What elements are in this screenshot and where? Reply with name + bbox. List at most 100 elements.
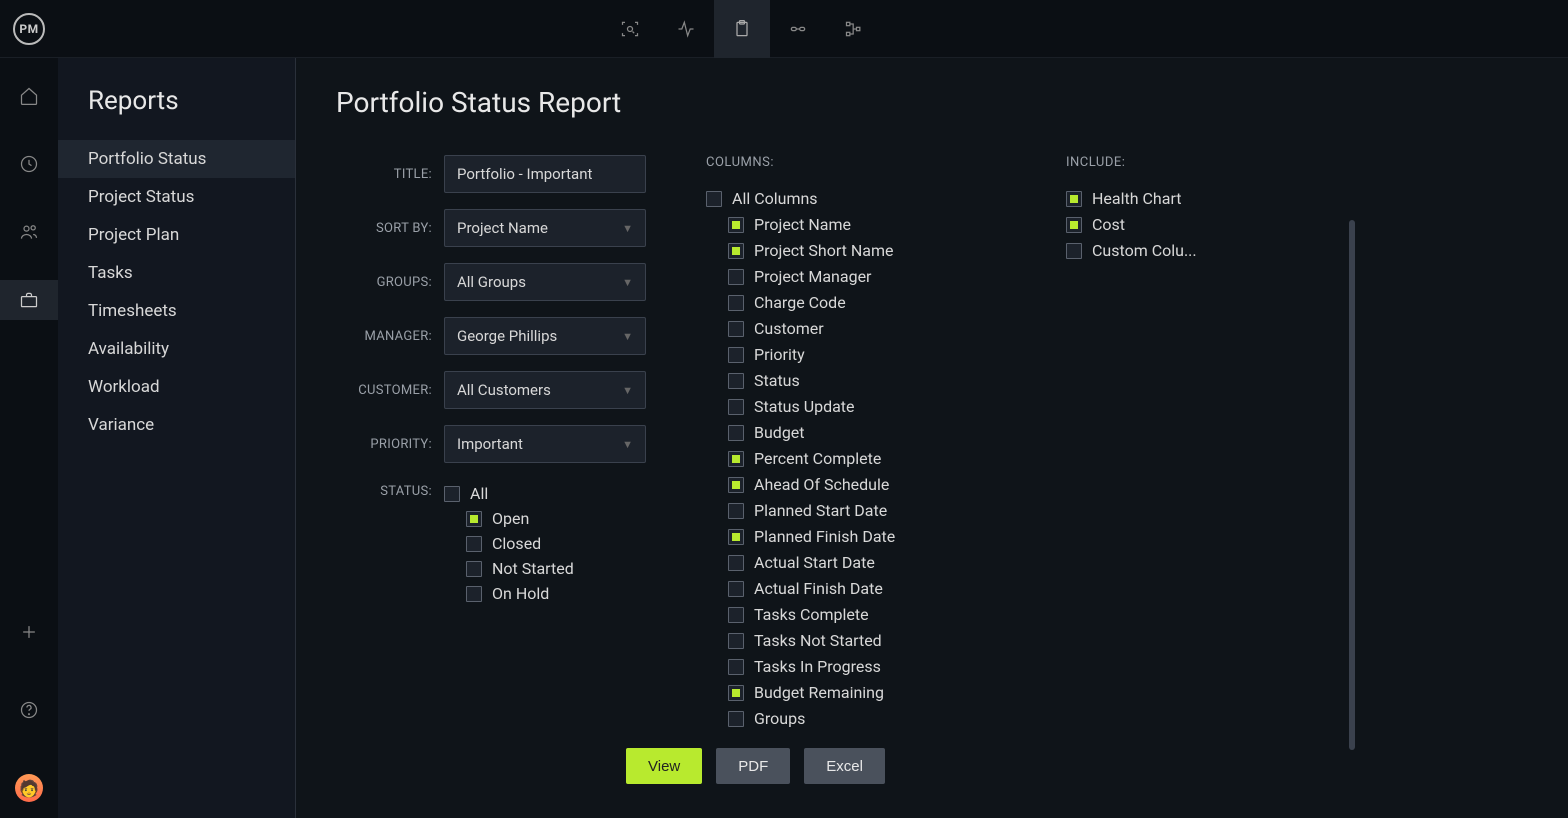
clipboard-icon[interactable] xyxy=(714,0,770,58)
column-priority[interactable]: Priority xyxy=(706,342,1006,367)
check-label: Health Chart xyxy=(1092,189,1181,208)
column-budget[interactable]: Budget xyxy=(706,420,1006,445)
column-status-update[interactable]: Status Update xyxy=(706,394,1006,419)
hierarchy-icon[interactable] xyxy=(826,0,882,58)
include-health-chart[interactable]: Health Chart xyxy=(1066,186,1266,211)
pdf-button[interactable]: PDF xyxy=(716,748,790,784)
excel-button[interactable]: Excel xyxy=(804,748,885,784)
column-actual-finish-date[interactable]: Actual Finish Date xyxy=(706,576,1006,601)
scrollbar[interactable] xyxy=(1349,220,1355,750)
column-all-columns[interactable]: All Columns xyxy=(706,186,1006,211)
column-groups[interactable]: Groups xyxy=(706,706,1006,731)
column-tasks-in-progress[interactable]: Tasks In Progress xyxy=(706,654,1006,679)
checkbox[interactable] xyxy=(706,191,722,207)
column-planned-finish-date[interactable]: Planned Finish Date xyxy=(706,524,1006,549)
status-option-not-started[interactable]: Not Started xyxy=(444,556,646,581)
report-item-timesheets[interactable]: Timesheets xyxy=(58,292,295,330)
check-label: Not Started xyxy=(492,559,574,578)
column-project-short-name[interactable]: Project Short Name xyxy=(706,238,1006,263)
checkbox[interactable] xyxy=(728,243,744,259)
column-budget-remaining[interactable]: Budget Remaining xyxy=(706,680,1006,705)
checkbox[interactable] xyxy=(1066,191,1082,207)
report-item-tasks[interactable]: Tasks xyxy=(58,254,295,292)
help-icon[interactable] xyxy=(0,690,58,730)
checkbox[interactable] xyxy=(728,659,744,675)
users-icon[interactable] xyxy=(0,212,58,252)
checkbox[interactable] xyxy=(1066,243,1082,259)
checkbox[interactable] xyxy=(466,561,482,577)
view-button[interactable]: View xyxy=(626,748,702,784)
checkbox[interactable] xyxy=(466,511,482,527)
checkbox[interactable] xyxy=(728,269,744,285)
column-status[interactable]: Status xyxy=(706,368,1006,393)
checkbox[interactable] xyxy=(728,399,744,415)
sortby-select[interactable]: Project Name▼ xyxy=(444,209,646,247)
check-label: Actual Finish Date xyxy=(754,579,883,598)
check-label: Tasks Not Started xyxy=(754,631,882,650)
include-cost[interactable]: Cost xyxy=(1066,212,1266,237)
briefcase-icon[interactable] xyxy=(0,280,58,320)
column-charge-code[interactable]: Charge Code xyxy=(706,290,1006,315)
avatar[interactable]: 🧑 xyxy=(0,768,58,808)
status-option-closed[interactable]: Closed xyxy=(444,531,646,556)
checkbox[interactable] xyxy=(444,486,460,502)
report-item-availability[interactable]: Availability xyxy=(58,330,295,368)
topbar-icons xyxy=(602,0,882,58)
report-item-project-plan[interactable]: Project Plan xyxy=(58,216,295,254)
link-icon[interactable] xyxy=(770,0,826,58)
column-ahead-of-schedule[interactable]: Ahead Of Schedule xyxy=(706,472,1006,497)
column-actual-start-date[interactable]: Actual Start Date xyxy=(706,550,1006,575)
include-custom-colu-[interactable]: Custom Colu... xyxy=(1066,238,1266,263)
clock-icon[interactable] xyxy=(0,144,58,184)
priority-select[interactable]: Important▼ xyxy=(444,425,646,463)
status-option-all[interactable]: All xyxy=(444,481,646,506)
action-buttons: View PDF Excel xyxy=(626,748,885,784)
plus-icon[interactable] xyxy=(0,612,58,652)
checkbox[interactable] xyxy=(728,451,744,467)
checkbox[interactable] xyxy=(728,217,744,233)
column-project-manager[interactable]: Project Manager xyxy=(706,264,1006,289)
column-percent-complete[interactable]: Percent Complete xyxy=(706,446,1006,471)
priority-label: PRIORITY: xyxy=(336,437,444,452)
status-option-open[interactable]: Open xyxy=(444,506,646,531)
checkbox[interactable] xyxy=(728,607,744,623)
report-item-portfolio-status[interactable]: Portfolio Status xyxy=(58,140,295,178)
checkbox[interactable] xyxy=(728,503,744,519)
column-tasks-complete[interactable]: Tasks Complete xyxy=(706,602,1006,627)
checkbox[interactable] xyxy=(728,347,744,363)
status-option-on-hold[interactable]: On Hold xyxy=(444,581,646,606)
checkbox[interactable] xyxy=(1066,217,1082,233)
report-item-workload[interactable]: Workload xyxy=(58,368,295,406)
groups-select[interactable]: All Groups▼ xyxy=(444,263,646,301)
activity-icon[interactable] xyxy=(658,0,714,58)
customer-select[interactable]: All Customers▼ xyxy=(444,371,646,409)
checkbox[interactable] xyxy=(728,477,744,493)
title-input[interactable]: Portfolio - Important xyxy=(444,155,646,193)
checkbox[interactable] xyxy=(728,529,744,545)
checkbox[interactable] xyxy=(728,555,744,571)
scan-icon[interactable] xyxy=(602,0,658,58)
home-icon[interactable] xyxy=(0,76,58,116)
report-item-project-status[interactable]: Project Status xyxy=(58,178,295,216)
checkbox[interactable] xyxy=(466,586,482,602)
checkbox[interactable] xyxy=(728,633,744,649)
logo[interactable]: PM xyxy=(13,13,45,45)
check-label: Tasks Complete xyxy=(754,605,869,624)
column-customer[interactable]: Customer xyxy=(706,316,1006,341)
checkbox[interactable] xyxy=(728,581,744,597)
checkbox[interactable] xyxy=(728,711,744,727)
column-planned-start-date[interactable]: Planned Start Date xyxy=(706,498,1006,523)
column-tasks-not-started[interactable]: Tasks Not Started xyxy=(706,628,1006,653)
check-label: Planned Finish Date xyxy=(754,527,895,546)
checkbox[interactable] xyxy=(466,536,482,552)
checkbox[interactable] xyxy=(728,321,744,337)
checkbox[interactable] xyxy=(728,425,744,441)
checkbox[interactable] xyxy=(728,373,744,389)
column-project-name[interactable]: Project Name xyxy=(706,212,1006,237)
report-item-variance[interactable]: Variance xyxy=(58,406,295,444)
manager-select[interactable]: George Phillips▼ xyxy=(444,317,646,355)
checkbox[interactable] xyxy=(728,295,744,311)
chevron-down-icon: ▼ xyxy=(622,384,633,397)
check-label: Groups xyxy=(754,709,805,728)
checkbox[interactable] xyxy=(728,685,744,701)
